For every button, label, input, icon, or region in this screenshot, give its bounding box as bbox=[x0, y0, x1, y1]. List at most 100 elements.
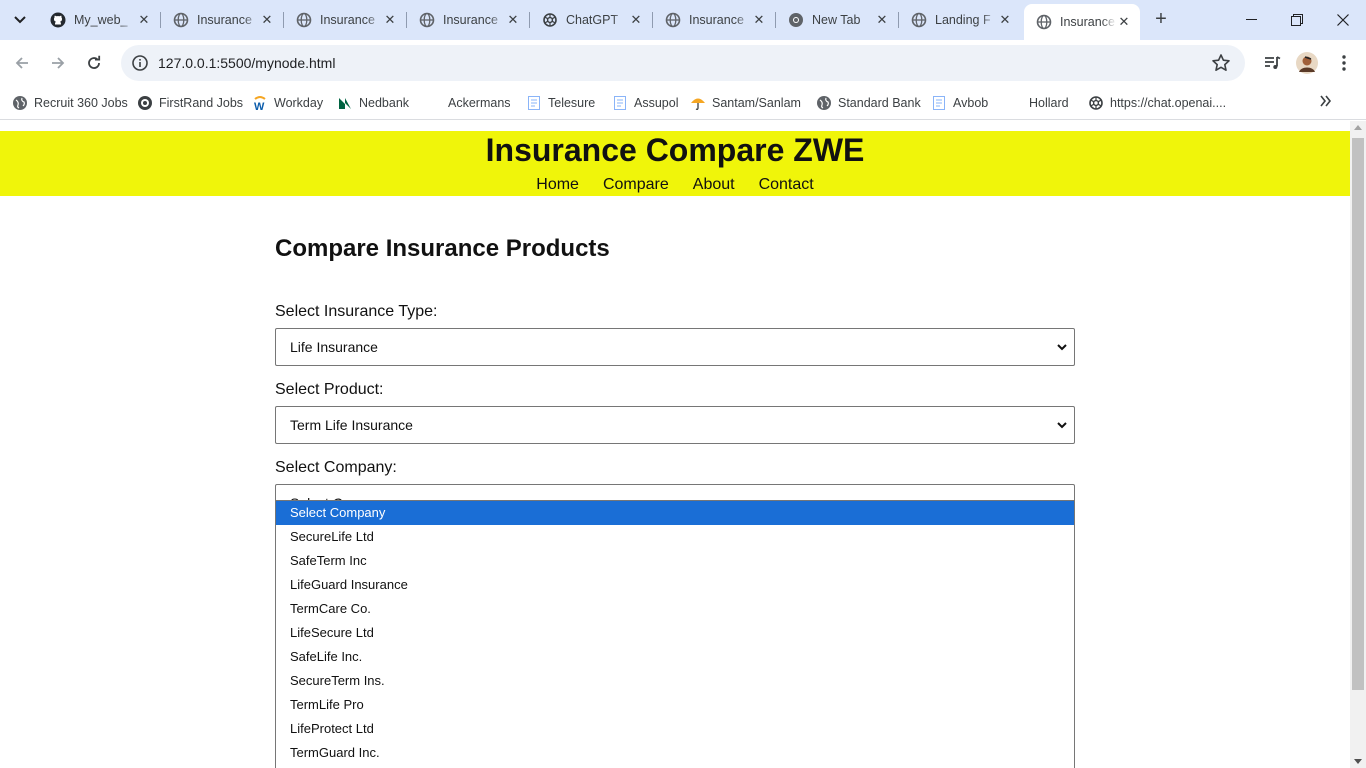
bookmark-label: Standard Bank bbox=[838, 96, 921, 110]
browser-menu-button[interactable] bbox=[1333, 52, 1355, 74]
bookmark-item[interactable]: FirstRand Jobs bbox=[137, 92, 243, 114]
nav-link-about[interactable]: About bbox=[693, 176, 735, 194]
info-icon[interactable] bbox=[131, 54, 149, 72]
browser-tab[interactable]: Insurance ✕ bbox=[653, 4, 775, 36]
tab-title: My_web_ bbox=[74, 13, 128, 27]
close-icon[interactable]: ✕ bbox=[628, 12, 644, 28]
bookmark-item[interactable]: Nedbank bbox=[337, 92, 409, 114]
bookmark-item[interactable]: https://chat.openai.... bbox=[1088, 92, 1226, 114]
bookmark-item[interactable]: Avbob bbox=[931, 92, 988, 114]
firstrand-icon bbox=[137, 95, 153, 111]
nedbank-icon bbox=[337, 95, 353, 111]
bookmark-label: Recruit 360 Jobs bbox=[34, 96, 128, 110]
company-label: Select Company: bbox=[275, 459, 397, 476]
bookmark-item[interactable]: Santam/Sanlam bbox=[690, 92, 801, 114]
tab-title: Insurance bbox=[443, 13, 498, 27]
browser-toolbar: 127.0.0.1:5500/mynode.html bbox=[0, 40, 1366, 86]
nav-link-compare[interactable]: Compare bbox=[603, 176, 669, 194]
close-icon[interactable]: ✕ bbox=[136, 12, 152, 28]
close-icon[interactable]: ✕ bbox=[382, 12, 398, 28]
tab-title: New Tab bbox=[812, 13, 861, 27]
chevron-down-icon bbox=[1057, 422, 1067, 429]
chevron-down-icon bbox=[1057, 344, 1067, 351]
bookmarks-bar: Recruit 360 Jobs FirstRand Jobs W Workda… bbox=[0, 86, 1366, 120]
dropdown-option[interactable]: TermCare Co. bbox=[276, 597, 1074, 621]
dropdown-option[interactable]: LifeGuard Insurance bbox=[276, 573, 1074, 597]
browser-tab[interactable]: Insurance ✕ bbox=[284, 4, 406, 36]
dropdown-option[interactable]: LifeProtect Ltd bbox=[276, 717, 1074, 741]
browser-tab[interactable]: Insurance ✕ bbox=[407, 4, 529, 36]
nav-link-home[interactable]: Home bbox=[536, 176, 579, 194]
back-button[interactable] bbox=[7, 48, 37, 78]
minimize-icon bbox=[1245, 19, 1257, 20]
tab-title: Insurance bbox=[1060, 15, 1115, 29]
insurance-type-select[interactable]: Life Insurance bbox=[275, 328, 1075, 366]
tab-title: Insurance bbox=[320, 13, 375, 27]
browser-tab[interactable]: Insurance ✕ bbox=[161, 4, 283, 36]
browser-tab[interactable]: New Tab ✕ bbox=[776, 4, 898, 36]
close-icon[interactable]: ✕ bbox=[874, 12, 890, 28]
bookmark-star-icon[interactable] bbox=[1211, 53, 1231, 73]
browser-tab[interactable]: Landing F ✕ bbox=[899, 4, 1021, 36]
bookmark-item[interactable]: Assupol bbox=[612, 92, 678, 114]
bookmark-label: Santam/Sanlam bbox=[712, 96, 801, 110]
scroll-up-icon[interactable] bbox=[1354, 125, 1362, 130]
chevron-down-icon bbox=[14, 16, 26, 24]
bookmark-label: Workday bbox=[274, 96, 324, 110]
openai-icon bbox=[542, 12, 558, 28]
close-icon[interactable]: ✕ bbox=[751, 12, 767, 28]
more-bookmarks-button[interactable] bbox=[1320, 94, 1332, 112]
bookmark-label: FirstRand Jobs bbox=[159, 96, 244, 110]
insurance-type-value: Life Insurance bbox=[290, 339, 378, 355]
dropdown-option[interactable]: TermGuard Inc. bbox=[276, 741, 1074, 765]
browser-tab[interactable]: My_web_ ✕ bbox=[38, 4, 160, 36]
page-title: Compare Insurance Products bbox=[275, 235, 610, 262]
forward-button[interactable] bbox=[43, 48, 73, 78]
bookmark-item[interactable]: Standard Bank bbox=[816, 92, 921, 114]
dropdown-option-select-company[interactable]: Select Company bbox=[276, 501, 1074, 525]
close-icon[interactable]: ✕ bbox=[505, 12, 521, 28]
profile-avatar[interactable] bbox=[1296, 52, 1318, 74]
tab-title: Landing F bbox=[935, 13, 991, 27]
nav-link-contact[interactable]: Contact bbox=[759, 176, 814, 194]
dropdown-option[interactable]: LifeSecure Ltd bbox=[276, 621, 1074, 645]
tab-search-button[interactable] bbox=[6, 6, 34, 34]
new-tab-button[interactable]: + bbox=[1150, 9, 1172, 31]
bookmark-item[interactable]: Telesure bbox=[526, 92, 595, 114]
browser-tab[interactable]: ChatGPT ✕ bbox=[530, 4, 652, 36]
dropdown-option[interactable]: SecureTerm Ins. bbox=[276, 669, 1074, 693]
media-controls-button[interactable] bbox=[1261, 52, 1283, 74]
product-select[interactable]: Term Life Insurance bbox=[275, 406, 1075, 444]
chevron-double-right-icon bbox=[1320, 95, 1332, 107]
company-dropdown-list: Select Company SecureLife Ltd SafeTerm I… bbox=[275, 500, 1075, 768]
restore-button[interactable] bbox=[1274, 0, 1320, 40]
scroll-down-icon[interactable] bbox=[1354, 759, 1362, 764]
address-bar[interactable]: 127.0.0.1:5500/mynode.html bbox=[121, 45, 1245, 81]
dropdown-option[interactable]: SafeTerm Inc bbox=[276, 549, 1074, 573]
bookmark-label: Ackermans bbox=[448, 96, 511, 110]
close-icon[interactable]: ✕ bbox=[1116, 14, 1132, 30]
dropdown-option[interactable]: TermLife Pro bbox=[276, 693, 1074, 717]
dropdown-option[interactable]: SafeLife Inc. bbox=[276, 645, 1074, 669]
minimize-button[interactable] bbox=[1228, 0, 1274, 40]
globe-icon bbox=[12, 95, 28, 111]
browser-tab-active[interactable]: Insurance ✕ bbox=[1024, 4, 1140, 40]
close-icon[interactable]: ✕ bbox=[259, 12, 275, 28]
bookmark-label: https://chat.openai.... bbox=[1110, 96, 1227, 110]
bookmark-label: Assupol bbox=[634, 96, 679, 110]
bookmark-label: Hollard bbox=[1029, 96, 1069, 110]
bookmark-item[interactable]: Recruit 360 Jobs bbox=[12, 92, 128, 114]
reload-button[interactable] bbox=[79, 48, 109, 78]
globe-icon bbox=[173, 12, 189, 28]
bookmark-item[interactable]: W Workday bbox=[252, 92, 323, 114]
url-text[interactable]: 127.0.0.1:5500/mynode.html bbox=[158, 55, 335, 71]
bookmark-item[interactable]: Ackermans bbox=[448, 92, 511, 114]
close-icon[interactable]: ✕ bbox=[997, 12, 1013, 28]
scrollbar-thumb[interactable] bbox=[1352, 138, 1364, 690]
dropdown-option[interactable]: SecureLife Ltd bbox=[276, 525, 1074, 549]
page-scrollbar[interactable] bbox=[1350, 121, 1366, 768]
close-window-button[interactable] bbox=[1320, 0, 1366, 40]
svg-text:W: W bbox=[254, 101, 265, 111]
bookmark-item[interactable]: Hollard bbox=[1029, 92, 1069, 114]
openai-icon bbox=[1088, 95, 1104, 111]
